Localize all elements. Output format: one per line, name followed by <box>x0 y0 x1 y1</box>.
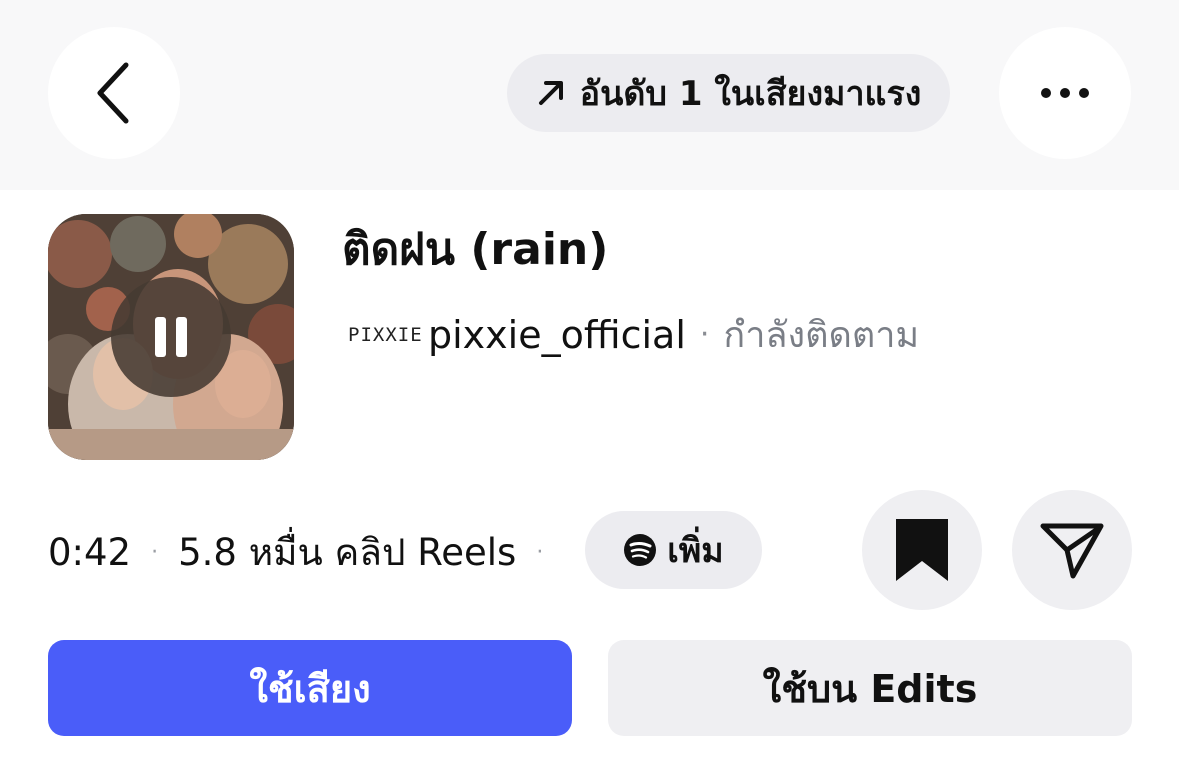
pause-icon <box>155 317 187 357</box>
spotify-icon <box>624 534 657 566</box>
separator-dot: · <box>699 317 710 352</box>
follow-status-button[interactable]: กำลังติดตาม <box>723 306 919 363</box>
use-in-edits-button[interactable]: ใช้บน Edits <box>608 640 1132 736</box>
more-horizontal-icon <box>1041 88 1089 98</box>
save-button[interactable] <box>862 490 982 610</box>
share-button[interactable] <box>1012 490 1132 610</box>
duration-label: 0:42 <box>48 531 132 574</box>
spotify-add-button[interactable]: เพิ่ม <box>585 511 762 589</box>
trending-label: อันดับ 1 ในเสียงมาแรง <box>579 74 922 114</box>
use-audio-button[interactable]: ใช้เสียง <box>48 640 572 736</box>
trending-badge[interactable]: อันดับ 1 ในเสียงมาแรง <box>507 54 950 132</box>
separator-dot: · <box>151 540 159 565</box>
bookmark-icon <box>896 519 948 581</box>
back-button[interactable] <box>48 27 180 159</box>
arrow-up-right-icon <box>538 81 563 105</box>
send-icon <box>1040 523 1104 579</box>
more-options-button[interactable] <box>999 27 1131 159</box>
album-cover[interactable] <box>48 214 294 460</box>
artist-logo[interactable]: PIXXIE <box>348 324 428 346</box>
separator-dot: · <box>536 540 544 565</box>
track-stats: 0:42 · 5.8 หมื่น คลิป Reels · <box>48 523 563 582</box>
pause-button[interactable] <box>111 277 231 397</box>
artist-row: PIXXIE pixxie_official · กำลังติดตาม <box>348 306 919 363</box>
chevron-left-icon <box>97 62 129 124</box>
artist-name-link[interactable]: pixxie_official <box>428 313 686 357</box>
add-label: เพิ่ม <box>667 531 724 571</box>
track-title: ติดฝน (rain) <box>342 224 609 275</box>
top-bar: อันดับ 1 ในเสียงมาแรง <box>0 0 1179 190</box>
reels-count-label[interactable]: 5.8 หมื่น คลิป Reels <box>178 523 516 582</box>
